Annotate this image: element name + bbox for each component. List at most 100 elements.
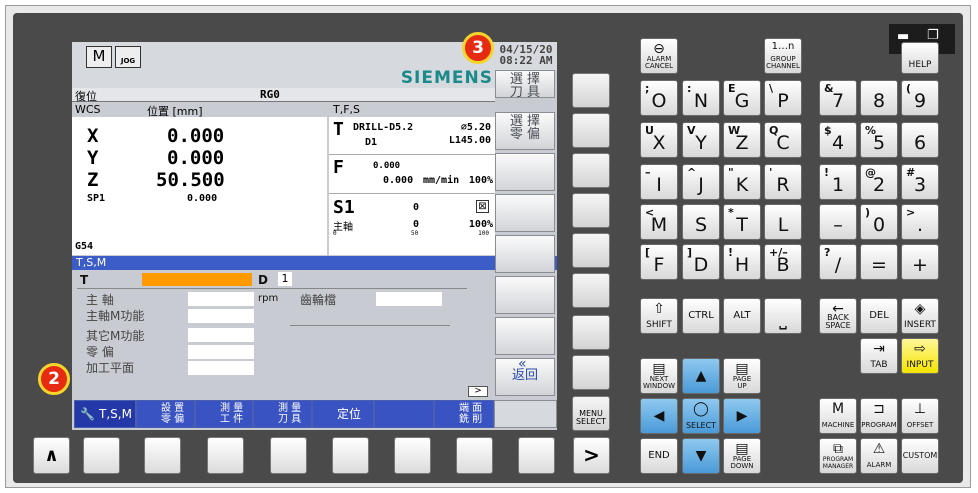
tool-input[interactable] <box>142 273 252 286</box>
num-key-7[interactable]: @2 <box>860 164 898 200</box>
key-d[interactable]: ] D <box>682 244 720 280</box>
plane-input[interactable] <box>188 361 254 375</box>
other-m-input[interactable] <box>188 328 254 342</box>
gear-input[interactable] <box>376 292 442 306</box>
arrow-up-key[interactable]: ▲ <box>682 358 720 394</box>
hsoft-measure-workpiece[interactable]: 測 量 工 件 <box>195 400 253 428</box>
key-c[interactable]: QC <box>764 122 802 158</box>
softkey-4[interactable] <box>495 194 555 232</box>
input-key[interactable]: ⇨ INPUT <box>901 338 939 374</box>
help-key[interactable]: HELP <box>901 42 939 74</box>
arrow-right-key[interactable]: ▶ <box>723 398 761 434</box>
num-key-14[interactable]: + <box>901 244 939 280</box>
key-y[interactable]: VY <box>682 122 720 158</box>
num-key-6[interactable]: ! 1 <box>819 164 857 200</box>
num-key-2[interactable]: (9 <box>901 80 939 116</box>
key-m[interactable]: < M <box>640 204 678 240</box>
bottom-button-4[interactable] <box>270 437 307 474</box>
key-r[interactable]: ' R <box>764 164 802 200</box>
key-g[interactable]: EG <box>723 80 761 116</box>
bottom-button-6[interactable] <box>394 437 431 474</box>
bottom-button-1[interactable] <box>83 437 120 474</box>
key-h[interactable]: ! H <box>723 244 761 280</box>
end-key[interactable]: END <box>640 438 678 474</box>
up-button[interactable]: ∧ <box>33 437 70 474</box>
side-button-6[interactable] <box>572 273 610 308</box>
key-z[interactable]: WZ <box>723 122 761 158</box>
softkey-back[interactable]: «返回 <box>495 357 555 396</box>
num-key-1[interactable]: 8 <box>860 80 898 116</box>
arrow-down-key[interactable]: ▼ <box>682 438 720 474</box>
del-key[interactable]: DEL <box>860 298 898 334</box>
page-down-key[interactable]: ▤ PAGE DOWN <box>723 438 761 474</box>
restore-icon[interactable]: ❐ <box>927 28 939 43</box>
key-t[interactable]: * T <box>723 204 761 240</box>
alarm-cancel-key[interactable]: ⊖ ALARM CANCEL <box>640 38 678 74</box>
key-s[interactable]: S <box>682 204 720 240</box>
num-key-13[interactable]: = <box>860 244 898 280</box>
num-key-11[interactable]: >. <box>901 204 939 240</box>
hsoft-tsm[interactable]: 🔧 T,S,M <box>74 400 136 428</box>
spindle-m-input[interactable] <box>188 309 254 323</box>
num-key-12[interactable]: ? / <box>819 244 857 280</box>
bottom-button-7[interactable] <box>456 437 493 474</box>
softkey-select-offset[interactable]: 選 擇 零 偏 <box>495 112 555 150</box>
hsoft-position[interactable]: 定位 <box>312 400 374 428</box>
key-f[interactable]: [F <box>640 244 678 280</box>
bottom-button-2[interactable] <box>144 437 181 474</box>
num-key-8[interactable]: #3 <box>901 164 939 200</box>
num-key-10[interactable]: ) 0 <box>860 204 898 240</box>
d-input[interactable]: 1 <box>278 272 292 286</box>
softkey-3[interactable] <box>495 153 555 191</box>
num-key-9[interactable]: – <box>819 204 857 240</box>
ctrl-key[interactable]: CTRL <box>682 298 720 334</box>
side-button-4[interactable] <box>572 193 610 228</box>
side-button-3[interactable] <box>572 153 610 188</box>
bottom-button-8[interactable] <box>518 437 555 474</box>
key-i[interactable]: – I <box>640 164 678 200</box>
backspace-key[interactable]: ← BACK SPACE <box>819 298 857 334</box>
side-button-8[interactable] <box>572 355 610 390</box>
arrow-left-key[interactable]: ◀ <box>640 398 678 434</box>
zero-offset-input[interactable] <box>188 345 254 359</box>
num-key-4[interactable]: % 5 <box>860 122 898 158</box>
bottom-button-5[interactable] <box>332 437 369 474</box>
spindle-input[interactable] <box>188 292 254 306</box>
program-key[interactable]: ⊐ PROGRAM <box>860 398 898 434</box>
key-b[interactable]: +/– B <box>764 244 802 280</box>
key-n[interactable]: :N <box>682 80 720 116</box>
select-key[interactable]: ◯ SELECT <box>682 398 720 434</box>
group-channel-key[interactable]: 1…n GROUP CHANNEL <box>764 38 802 74</box>
insert-key[interactable]: ◈ INSERT <box>901 298 939 334</box>
hsoft-set-offset[interactable]: 設 置 零 偏 <box>136 400 195 428</box>
side-button-2[interactable] <box>572 113 610 148</box>
machine-key[interactable]: M MACHINE <box>819 398 857 434</box>
side-button-7[interactable] <box>572 315 610 350</box>
side-button-5[interactable] <box>572 233 610 268</box>
bottom-button-3[interactable] <box>207 437 244 474</box>
num-key-0[interactable]: & 7 <box>819 80 857 116</box>
shift-key[interactable]: ⇧ SHIFT <box>640 298 678 334</box>
key-o[interactable]: ; O <box>640 80 678 116</box>
key-p[interactable]: \ P <box>764 80 802 116</box>
program-manager-key[interactable]: ⧉ PROGRAM MANAGER <box>819 438 857 474</box>
custom-key[interactable]: CUSTOM <box>901 438 939 474</box>
key-k[interactable]: " K <box>723 164 761 200</box>
more-arrow[interactable]: > <box>468 386 488 397</box>
num-key-3[interactable]: $4 <box>819 122 857 158</box>
offset-key[interactable]: ⊥ OFFSET <box>901 398 939 434</box>
hsoft-measure-tool[interactable]: 測 量 刀 具 <box>253 400 312 428</box>
softkey-5[interactable] <box>495 235 555 273</box>
softkey-7[interactable] <box>495 317 555 355</box>
hsoft-face-milling[interactable]: 端 面 銑 削 <box>434 400 494 428</box>
softkey-6[interactable] <box>495 276 555 314</box>
alarm-key[interactable]: ⚠ ALARM <box>860 438 898 474</box>
key-j[interactable]: ^ J <box>682 164 720 200</box>
page-up-key[interactable]: ▤ PAGE UP <box>723 358 761 394</box>
tab-key[interactable]: ⇥ TAB <box>860 338 898 374</box>
space-key[interactable]: ⎵ <box>764 298 802 334</box>
hsoft-blank[interactable] <box>494 400 557 428</box>
alt-key[interactable]: ALT <box>723 298 761 334</box>
side-button-1[interactable] <box>572 73 610 108</box>
key-l[interactable]: L <box>764 204 802 240</box>
